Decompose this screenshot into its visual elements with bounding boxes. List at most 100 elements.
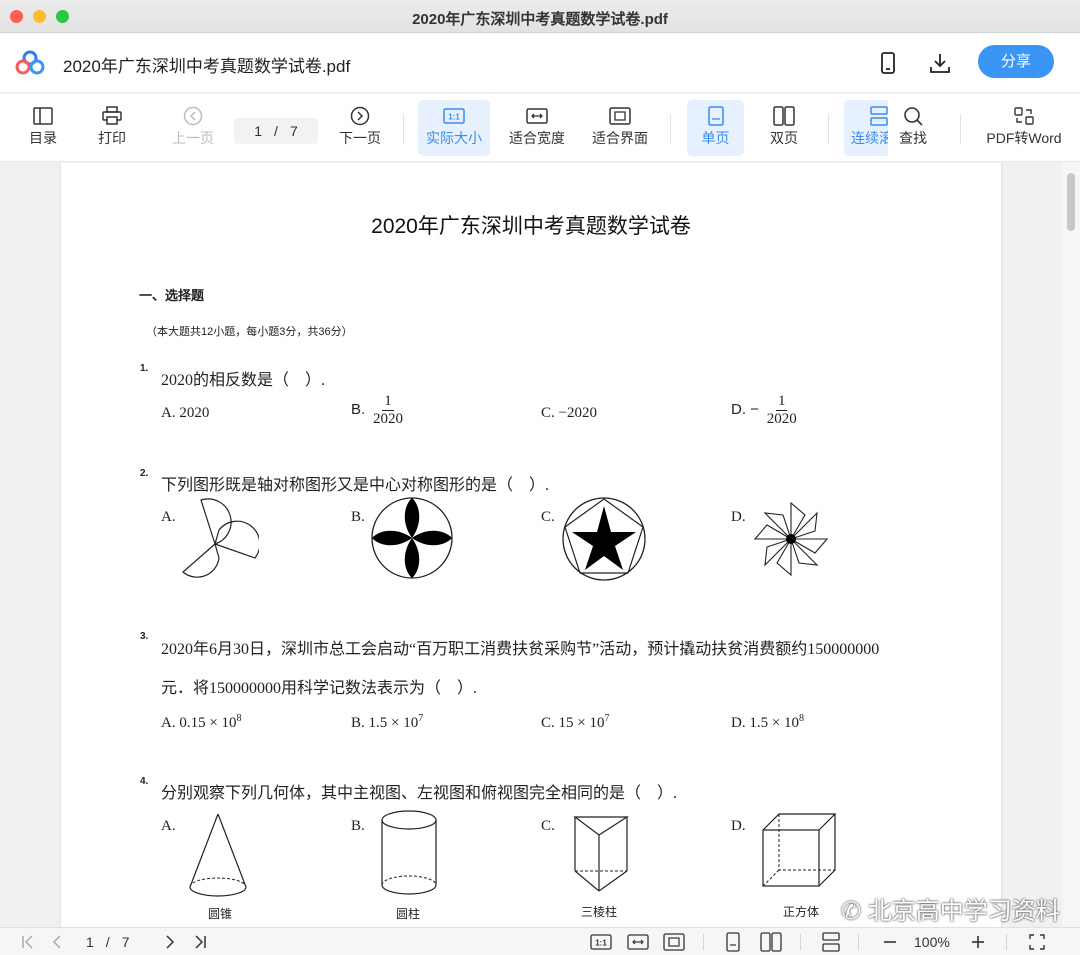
- page-number-input[interactable]: 1 / 7: [234, 118, 318, 144]
- vertical-scrollbar[interactable]: [1062, 163, 1080, 927]
- option-a: A.: [161, 818, 176, 834]
- status-page-indicator[interactable]: 1 / 7: [86, 932, 129, 952]
- share-button[interactable]: 分享: [978, 45, 1054, 78]
- question-text: 2020的相反数是（ ）.: [161, 372, 326, 389]
- toolbar-divider: [670, 114, 671, 144]
- question-number: 4.: [140, 776, 149, 787]
- print-icon: [102, 106, 122, 125]
- pinwheel-figure: [182, 498, 259, 578]
- option-d: D.: [731, 818, 746, 834]
- status-bar: 1 / 7 1:1 100%: [0, 927, 1080, 955]
- option-c: C.: [541, 818, 555, 834]
- find-button[interactable]: 查找: [888, 100, 938, 156]
- figure-caption: 圆柱: [395, 907, 420, 921]
- section-note: （本大题共12小题，每小题3分，共36分）: [146, 326, 353, 338]
- double-page-button[interactable]: 双页: [757, 100, 811, 156]
- zoom-in-icon[interactable]: [970, 932, 986, 952]
- convert-icon: [1014, 107, 1034, 125]
- single-page-button[interactable]: 单页: [687, 100, 744, 156]
- fit-screen-icon[interactable]: [663, 932, 685, 952]
- figure-caption: 正方体: [782, 905, 819, 919]
- chevron-left-circle-icon: [183, 106, 203, 126]
- option-a: A.: [161, 509, 176, 525]
- continuous-scroll-button[interactable]: 连续滚动: [844, 100, 888, 156]
- windmill-figure: [753, 501, 829, 577]
- option-d: D. − 1 2020: [731, 393, 797, 427]
- four-petal-figure: [371, 497, 453, 579]
- toolbar-divider: [403, 114, 404, 144]
- option-b: B. 1.5 × 107: [351, 713, 424, 731]
- star-figure: [562, 497, 646, 581]
- prev-page-button[interactable]: 上一页: [166, 100, 220, 156]
- option-d: D. 1.5 × 108: [731, 713, 805, 731]
- toc-button[interactable]: 目录: [18, 100, 68, 156]
- print-button[interactable]: 打印: [87, 100, 137, 156]
- status-divider: [1006, 934, 1007, 950]
- double-page-icon: [773, 106, 795, 126]
- phone-icon[interactable]: [874, 49, 902, 77]
- cube-figure: [762, 813, 837, 887]
- option-c: C. −2020: [541, 405, 597, 421]
- option-d: D.: [731, 509, 746, 525]
- last-page-icon[interactable]: [192, 932, 208, 952]
- doc-title: 2020年广东深圳中考真题数学试卷: [371, 215, 691, 238]
- option-b: B.: [351, 509, 365, 525]
- single-page-icon[interactable]: [724, 932, 742, 952]
- question-number: 2.: [140, 468, 149, 479]
- fullscreen-icon[interactable]: [1028, 932, 1046, 952]
- continuous-scroll-icon[interactable]: [820, 932, 842, 952]
- toc-icon: [33, 107, 53, 125]
- fraction: 1 2020: [766, 393, 797, 427]
- watermark: ✆ 北京高中学习资料: [841, 898, 1060, 925]
- option-b: B. 1 2020: [351, 393, 403, 427]
- section-heading: 一、选择题: [139, 288, 205, 303]
- prev-page-icon[interactable]: [50, 932, 64, 952]
- toolbar: 目录 打印 上一页 1 / 7 下一页 1:1 实际大小 适合宽度 适合界面 单…: [0, 94, 1080, 162]
- fit-width-icon: [526, 108, 548, 124]
- zoom-out-icon[interactable]: [882, 932, 898, 952]
- fit-screen-button[interactable]: 适合界面: [586, 100, 654, 156]
- question-number: 1.: [140, 363, 149, 374]
- document-name: 2020年广东深圳中考真题数学试卷.pdf: [63, 57, 351, 76]
- option-b: B.: [351, 818, 365, 834]
- window-title: 2020年广东深圳中考真题数学试卷.pdf: [412, 11, 668, 28]
- question-text: 分别观察下列几何体，其中主视图、左视图和俯视图完全相同的是（ ）.: [161, 785, 678, 802]
- search-icon: [904, 107, 923, 126]
- actual-size-icon[interactable]: 1:1: [590, 932, 612, 952]
- single-page-icon: [707, 106, 724, 126]
- fraction: 1 2020: [372, 393, 403, 427]
- figure-caption: 三棱柱: [580, 905, 617, 919]
- document-viewport[interactable]: 2020年广东深圳中考真题数学试卷 一、选择题 （本大题共12小题，每小题3分，…: [0, 163, 1080, 927]
- double-page-icon[interactable]: [760, 932, 782, 952]
- svg-text:1:1: 1:1: [448, 113, 460, 122]
- scrollbar-thumb[interactable]: [1067, 173, 1075, 231]
- download-icon[interactable]: [926, 49, 954, 77]
- status-divider: [800, 934, 801, 950]
- pdf-page: 2020年广东深圳中考真题数学试卷 一、选择题 （本大题共12小题，每小题3分，…: [61, 163, 1060, 927]
- cone-figure: [189, 813, 247, 897]
- fit-width-button[interactable]: 适合宽度: [503, 100, 571, 156]
- question-number: 3.: [140, 631, 149, 642]
- triangular-prism-figure: [573, 816, 630, 892]
- fit-screen-icon: [609, 107, 631, 125]
- status-divider: [858, 934, 859, 950]
- first-page-icon[interactable]: [20, 932, 36, 952]
- actual-size-icon: 1:1: [443, 108, 465, 124]
- question-text: 下列图形既是轴对称图形又是中心对称图形的是（ ）.: [161, 477, 550, 494]
- chevron-right-circle-icon: [350, 106, 370, 126]
- pdf-to-word-button[interactable]: PDF转Word: [982, 100, 1066, 156]
- next-page-icon[interactable]: [163, 932, 177, 952]
- cylinder-figure: [381, 810, 437, 895]
- toolbar-divider: [960, 114, 961, 144]
- question-text-continued: 元．将150000000用科学记数法表示为（ ）.: [161, 680, 478, 697]
- continuous-scroll-icon: [870, 106, 888, 126]
- fit-width-icon[interactable]: [627, 932, 649, 952]
- app-header: 2020年广东深圳中考真题数学试卷.pdf 分享: [0, 33, 1080, 93]
- next-page-button[interactable]: 下一页: [333, 100, 387, 156]
- option-a: A. 0.15 × 108: [161, 713, 242, 731]
- actual-size-button[interactable]: 1:1 实际大小: [418, 100, 490, 156]
- title-bar: 2020年广东深圳中考真题数学试卷.pdf: [0, 0, 1080, 33]
- svg-text:1:1: 1:1: [595, 939, 607, 948]
- question-text: 2020年6月30日，深圳市总工会启动“百万职工消费扶贫采购节”活动，预计撬动扶…: [161, 641, 880, 658]
- zoom-level: 100%: [914, 934, 950, 950]
